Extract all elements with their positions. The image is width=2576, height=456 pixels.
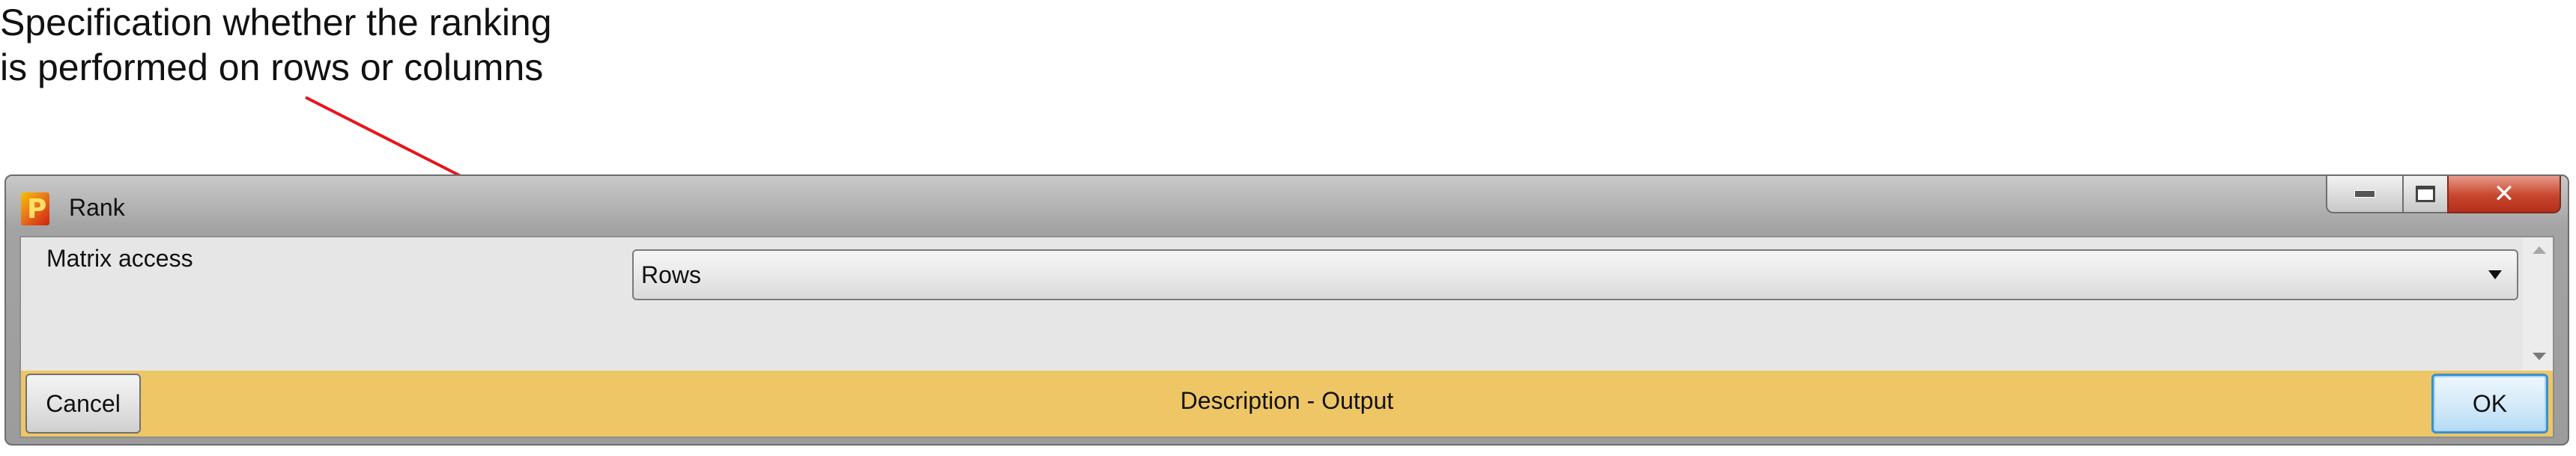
annotation-line-2: is performed on rows or columns [0,46,544,88]
window-title: Rank [69,194,125,221]
close-icon: ✕ [2493,179,2515,209]
rank-dialog-window: Rank ✕ Matrix access Rows Cancel Descrip… [4,174,2569,446]
scroll-up-icon[interactable] [2533,246,2546,254]
maximize-icon [2416,186,2435,202]
matrix-access-value: Rows [641,261,702,288]
ok-button[interactable]: OK [2431,374,2548,434]
annotation-callout: Specification whether the ranking is per… [0,0,552,90]
dialog-content: Matrix access Rows Cancel Description - … [19,236,2554,438]
annotation-line-1: Specification whether the ranking [0,1,552,43]
matrix-access-label: Matrix access [46,245,193,272]
minimize-button[interactable] [2326,176,2404,213]
description-output-label: Description - Output [1180,387,1394,414]
app-logo-icon [21,192,49,225]
vertical-scrollbar[interactable] [2523,237,2553,371]
title-bar[interactable]: Rank ✕ [6,176,2568,236]
maximize-button[interactable] [2402,176,2449,213]
description-footer: Cancel Description - Output OK [21,371,2553,437]
close-button[interactable]: ✕ [2447,176,2561,213]
dropdown-arrow-icon[interactable] [2488,270,2502,279]
matrix-access-dropdown[interactable]: Rows [632,249,2518,300]
scroll-down-icon[interactable] [2533,353,2546,360]
minimize-icon [2354,190,2375,198]
